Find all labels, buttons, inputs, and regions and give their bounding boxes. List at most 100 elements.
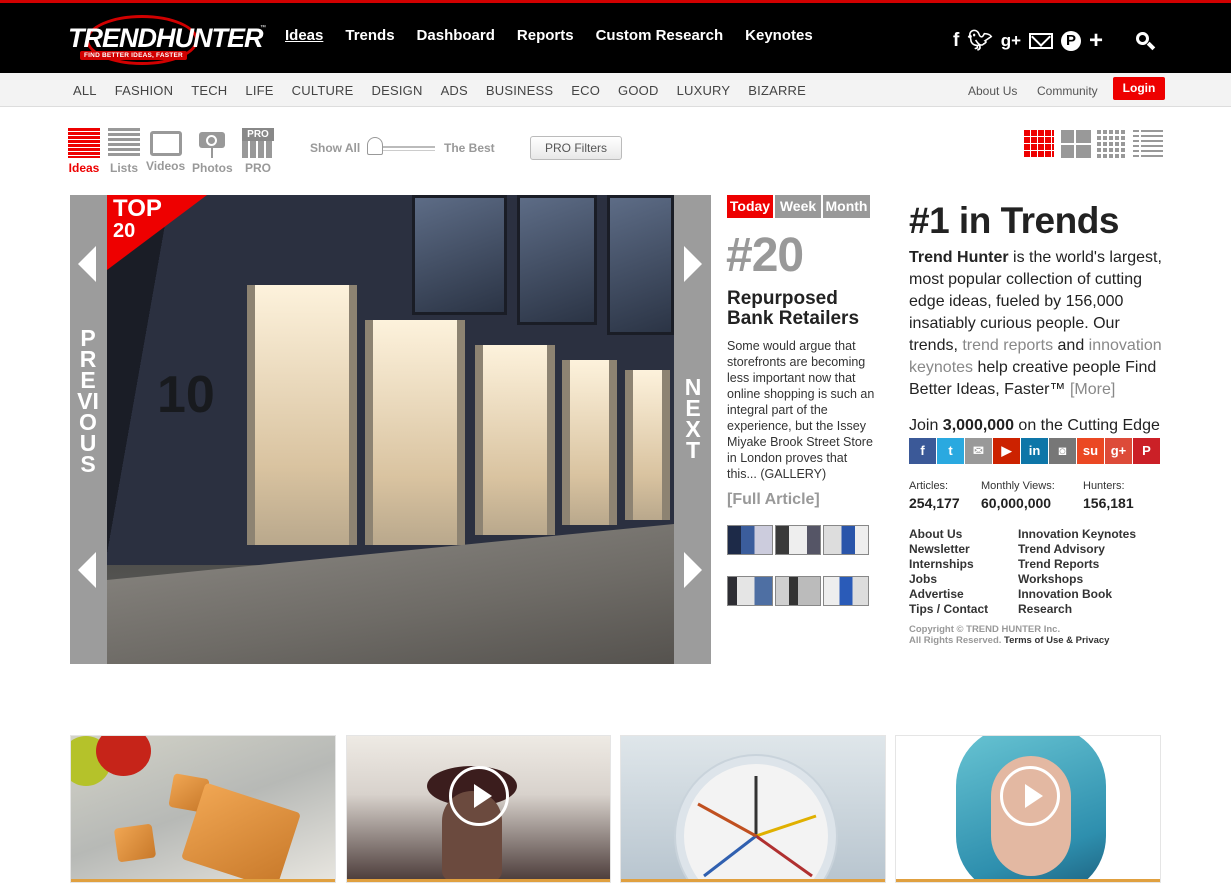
- linkedin-icon[interactable]: in: [1021, 438, 1048, 464]
- pro-grid-icon: PRO: [242, 128, 274, 158]
- article-card[interactable]: [70, 735, 336, 883]
- filter-lists-label: Lists: [109, 161, 138, 175]
- footer-link-newsletter[interactable]: Newsletter: [909, 542, 988, 557]
- youtube-icon[interactable]: ▶: [993, 438, 1020, 464]
- previous-arrow-icon[interactable]: [78, 246, 96, 282]
- category-tech[interactable]: TECH: [191, 83, 227, 98]
- nav-custom-research[interactable]: Custom Research: [596, 27, 724, 44]
- tab-today[interactable]: Today: [727, 195, 773, 218]
- search-icon[interactable]: [1136, 32, 1156, 51]
- nav-reports[interactable]: Reports: [517, 27, 574, 44]
- gallery-thumbnail[interactable]: [775, 576, 821, 606]
- small-grid-view-icon[interactable]: [1097, 130, 1127, 158]
- login-button[interactable]: Login: [1113, 77, 1165, 100]
- card-image-detail: [113, 823, 157, 863]
- article-title[interactable]: Repurposed Bank Retailers: [727, 289, 877, 329]
- previous-arrow-icon[interactable]: [78, 552, 96, 588]
- footer-link-tips-contact[interactable]: Tips / Contact: [909, 602, 988, 617]
- twitter-icon[interactable]: 🐦︎: [967, 30, 992, 52]
- next-button[interactable]: NEXT: [681, 376, 705, 462]
- trend-reports-link[interactable]: trend reports: [962, 337, 1053, 354]
- tab-week[interactable]: Week: [775, 195, 821, 218]
- slider-knob[interactable]: [367, 137, 383, 155]
- mosaic-view-icon[interactable]: [1024, 130, 1054, 158]
- pro-badge: PRO: [242, 128, 274, 141]
- filter-photos[interactable]: Photos: [192, 128, 233, 175]
- article-card[interactable]: [620, 735, 886, 883]
- nav-keynotes[interactable]: Keynotes: [745, 27, 813, 44]
- category-design[interactable]: DESIGN: [372, 83, 423, 98]
- gallery-thumbnail[interactable]: [727, 576, 773, 606]
- filter-ideas[interactable]: Ideas: [68, 128, 100, 175]
- join-line: Join 3,000,000 on the Cutting Edge: [909, 417, 1160, 435]
- next-arrow-icon[interactable]: [684, 246, 702, 282]
- footer-link-innovation-book[interactable]: Innovation Book: [1018, 587, 1136, 602]
- terms-link[interactable]: Terms of Use & Privacy: [1004, 635, 1109, 646]
- gallery-thumbnail[interactable]: [823, 525, 869, 555]
- tab-month[interactable]: Month: [823, 195, 870, 218]
- google-plus-icon[interactable]: g+: [1001, 30, 1021, 52]
- quality-slider[interactable]: [367, 137, 435, 157]
- video-card[interactable]: [346, 735, 611, 883]
- google-plus-icon[interactable]: g+: [1105, 438, 1132, 464]
- community-link[interactable]: Community: [1037, 84, 1098, 98]
- instagram-icon[interactable]: ◙: [1049, 438, 1076, 464]
- category-luxury[interactable]: LUXURY: [677, 83, 731, 98]
- pinterest-icon[interactable]: P: [1133, 438, 1160, 464]
- mail-icon[interactable]: [1029, 33, 1054, 49]
- category-life[interactable]: LIFE: [245, 83, 273, 98]
- play-icon[interactable]: [449, 766, 509, 826]
- plus-icon[interactable]: +: [1089, 29, 1103, 53]
- trendhunter-logo[interactable]: TRENDHUNTER ™ FIND BETTER IDEAS, FASTER: [66, 13, 266, 65]
- gallery-thumbnail[interactable]: [823, 576, 869, 606]
- category-all[interactable]: ALL: [73, 83, 97, 98]
- upper-window: [412, 195, 507, 315]
- nav-dashboard[interactable]: Dashboard: [417, 27, 495, 44]
- gallery-thumbnail[interactable]: [727, 525, 773, 555]
- category-culture[interactable]: CULTURE: [292, 83, 354, 98]
- twitter-icon[interactable]: t: [937, 438, 964, 464]
- rights-line: All Rights Reserved. Terms of Use & Priv…: [909, 635, 1109, 646]
- next-arrow-icon[interactable]: [684, 552, 702, 588]
- gallery-thumbnail[interactable]: [775, 525, 821, 555]
- filter-lists[interactable]: Lists: [108, 128, 140, 175]
- mail-icon[interactable]: ✉: [965, 438, 992, 464]
- footer-link-about-us[interactable]: About Us: [909, 527, 988, 542]
- footer-link-internships[interactable]: Internships: [909, 557, 988, 572]
- category-ads[interactable]: ADS: [441, 83, 468, 98]
- category-bizarre[interactable]: BIZARRE: [748, 83, 806, 98]
- category-business[interactable]: BUSINESS: [486, 83, 553, 98]
- facebook-icon[interactable]: f: [909, 438, 936, 464]
- join-prefix: Join: [909, 417, 943, 434]
- footer-link-trend-advisory[interactable]: Trend Advisory: [1018, 542, 1136, 557]
- pro-filters-button[interactable]: PRO Filters: [530, 136, 622, 160]
- card-accent-bar: [71, 879, 335, 882]
- top20-badge-top: TOP: [113, 195, 162, 222]
- join-count: 3,000,000: [942, 417, 1014, 434]
- about-us-link[interactable]: About Us: [968, 84, 1017, 98]
- category-good[interactable]: GOOD: [618, 83, 659, 98]
- video-card[interactable]: [895, 735, 1161, 883]
- pinterest-icon[interactable]: P: [1061, 31, 1082, 51]
- footer-link-jobs[interactable]: Jobs: [909, 572, 988, 587]
- more-link[interactable]: [More]: [1070, 381, 1115, 398]
- filter-pro[interactable]: PRO PRO: [242, 128, 274, 175]
- nav-ideas[interactable]: Ideas: [285, 27, 323, 44]
- stumbleupon-icon[interactable]: su: [1077, 438, 1104, 464]
- category-eco[interactable]: ECO: [571, 83, 600, 98]
- nav-trends[interactable]: Trends: [345, 27, 394, 44]
- grid-view-icon[interactable]: [1061, 130, 1091, 158]
- play-icon[interactable]: [1000, 766, 1060, 826]
- footer-link-workshops[interactable]: Workshops: [1018, 572, 1136, 587]
- footer-link-innovation-keynotes[interactable]: Innovation Keynotes: [1018, 527, 1136, 542]
- facebook-icon[interactable]: f: [953, 30, 959, 52]
- filter-videos[interactable]: Videos: [146, 128, 185, 173]
- ideas-icon: [68, 128, 100, 158]
- previous-button[interactable]: PREVIOUS: [76, 327, 100, 476]
- footer-link-trend-reports[interactable]: Trend Reports: [1018, 557, 1136, 572]
- full-article-link[interactable]: [Full Article]: [727, 491, 820, 509]
- category-fashion[interactable]: FASHION: [115, 83, 173, 98]
- footer-link-research[interactable]: Research: [1018, 602, 1136, 617]
- list-view-icon[interactable]: [1133, 130, 1163, 158]
- footer-link-advertise[interactable]: Advertise: [909, 587, 988, 602]
